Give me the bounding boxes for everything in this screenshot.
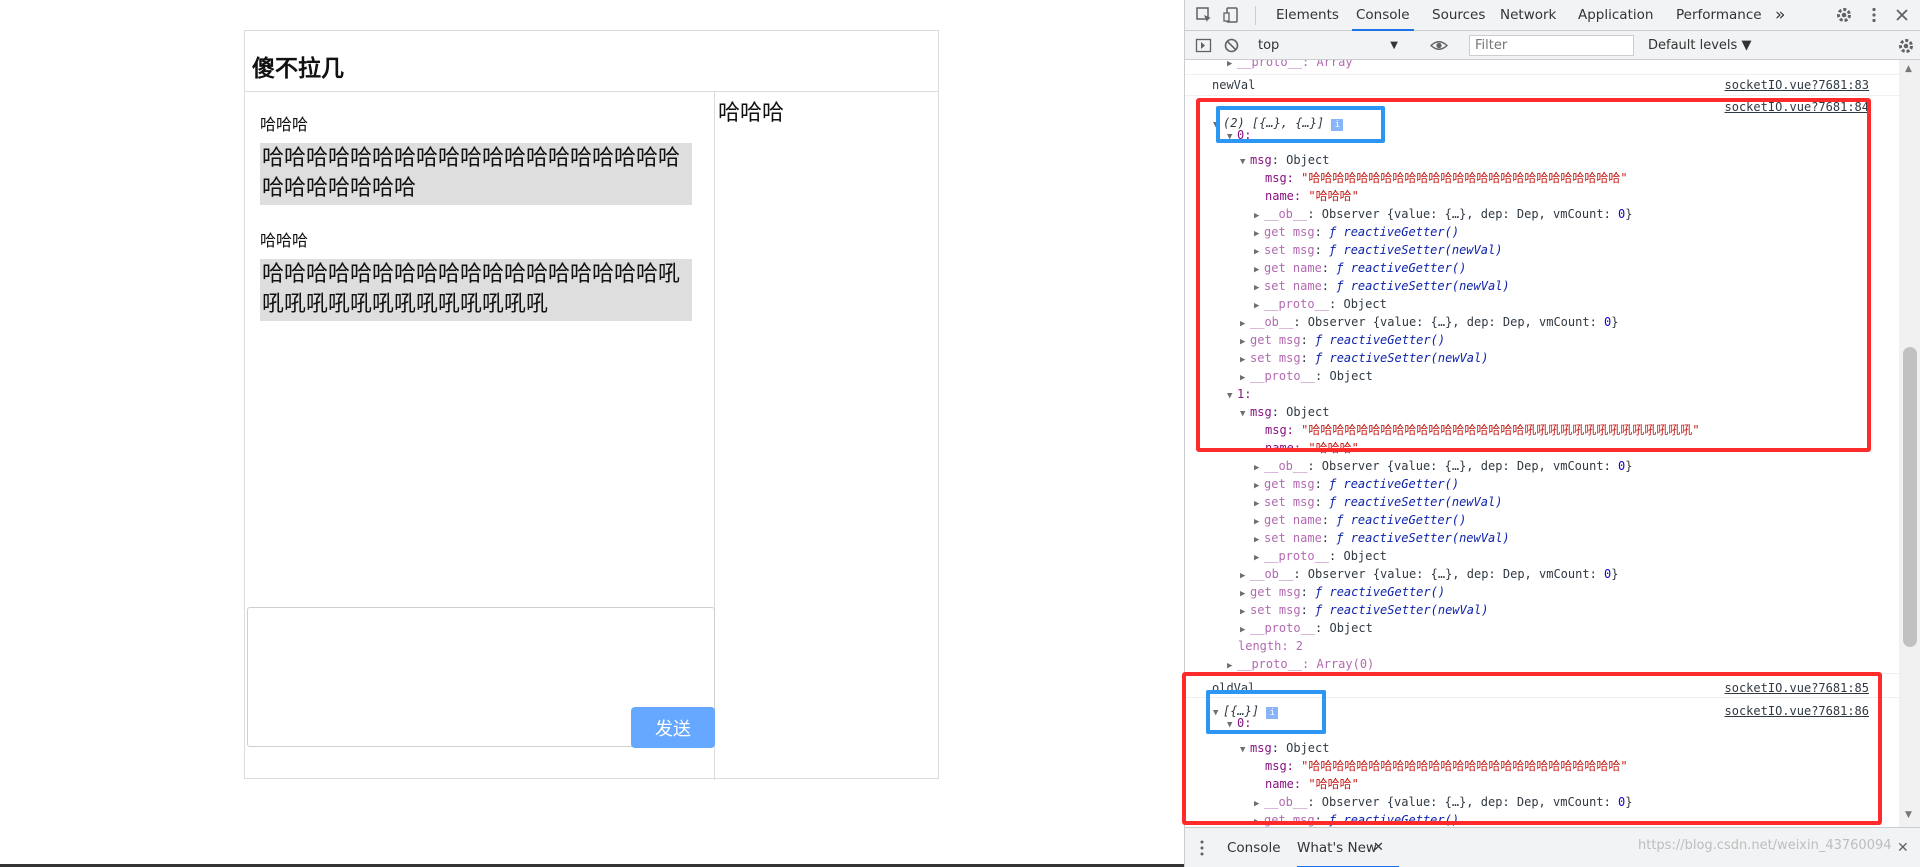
message-item: 哈哈哈 哈哈哈哈哈哈哈哈哈哈哈哈哈哈哈哈哈哈吼吼吼吼吼吼吼吼吼吼吼吼吼吼	[260, 231, 692, 321]
log-line: oldVal	[1212, 681, 1256, 695]
context-selector[interactable]: top ▼	[1258, 36, 1398, 56]
log-line[interactable]: ▶ set name: ƒ reactiveSetter(newVal)	[1254, 277, 1510, 295]
log-line: msg: "哈哈哈哈哈哈哈哈哈哈哈哈哈哈哈哈哈哈哈哈哈哈哈哈哈哈"	[1265, 759, 1628, 773]
tab-network[interactable]: Network	[1496, 0, 1560, 31]
log-line[interactable]: ▶ __proto__: Object	[1254, 295, 1387, 313]
device-toolbar-icon[interactable]	[1223, 6, 1241, 24]
log-line[interactable]: ▶ set msg: ƒ reactiveSetter(newVal)	[1240, 601, 1488, 619]
log-line[interactable]: ▼ 0:	[1227, 126, 1251, 144]
watermark: https://blog.csdn.net/weixin_43760094	[1638, 838, 1892, 853]
inspect-element-icon[interactable]	[1195, 6, 1213, 24]
message-item: 哈哈哈 哈哈哈哈哈哈哈哈哈哈哈哈哈哈哈哈哈哈哈哈哈哈哈哈哈哈	[260, 115, 692, 205]
log-line: msg: "哈哈哈哈哈哈哈哈哈哈哈哈哈哈哈哈哈哈吼吼吼吼吼吼吼吼吼吼吼吼吼吼"	[1265, 423, 1700, 437]
log-divider	[1185, 697, 1899, 698]
log-line: name: "哈哈哈"	[1265, 441, 1359, 455]
log-line[interactable]: ▶ __proto__: Object	[1254, 547, 1387, 565]
log-line[interactable]: ▶ __proto__: Object	[1240, 367, 1373, 385]
source-link[interactable]: socketIO.vue?7681:83	[1725, 76, 1870, 94]
info-icon: i	[1266, 707, 1279, 719]
log-line[interactable]: ▶ set name: ƒ reactiveSetter(newVal)	[1254, 529, 1510, 547]
log-line[interactable]: ▶ __proto__: Array(0)	[1227, 655, 1374, 673]
log-line[interactable]: ▶ get msg: ƒ reactiveGetter()	[1254, 811, 1459, 827]
message-bubble: 哈哈哈哈哈哈哈哈哈哈哈哈哈哈哈哈哈哈哈哈哈哈哈哈哈哈	[260, 143, 692, 205]
scroll-up-icon[interactable]: ▲	[1905, 64, 1912, 74]
side-panel-text: 哈哈哈	[718, 101, 785, 126]
send-button[interactable]: 发送	[631, 707, 715, 748]
log-line[interactable]: ▼ msg: Object	[1240, 739, 1329, 757]
log-levels-dropdown[interactable]: Default levels ▼	[1648, 36, 1751, 56]
log-line: name: "哈哈哈"	[1265, 777, 1359, 791]
log-line[interactable]: ▼ msg: Object	[1240, 151, 1329, 169]
tabbar-separator	[1255, 6, 1256, 25]
log-line[interactable]: ▶ get msg: ƒ reactiveGetter()	[1240, 331, 1445, 349]
devtools-tabbar: Elements Console Sources Network Applica…	[1185, 0, 1920, 31]
log-line[interactable]: ▶ get msg: ƒ reactiveGetter()	[1240, 583, 1445, 601]
drawer-tab-label: What's New	[1297, 840, 1377, 856]
log-line: msg: "哈哈哈哈哈哈哈哈哈哈哈哈哈哈哈哈哈哈哈哈哈哈哈哈哈哈"	[1265, 171, 1628, 185]
log-divider	[1185, 95, 1899, 96]
clear-console-icon[interactable]	[1223, 37, 1240, 58]
close-drawer-icon[interactable]: ✕	[1897, 840, 1909, 856]
tab-performance[interactable]: Performance	[1672, 0, 1766, 31]
source-link[interactable]: socketIO.vue?7681:85	[1725, 679, 1870, 697]
chat-window: 傻不拉几 哈哈哈 哈哈哈哈哈哈哈哈哈哈哈哈哈哈哈哈哈哈哈哈哈哈哈哈哈哈 哈哈哈 …	[244, 30, 939, 780]
log-line[interactable]: ▶ __proto__: Object	[1240, 619, 1373, 637]
log-line[interactable]: ▶ get name: ƒ reactiveGetter()	[1254, 259, 1466, 277]
chat-title: 傻不拉几	[245, 31, 938, 92]
log-line[interactable]: ▶ __ob__: Observer {value: {…}, dep: Dep,…	[1254, 793, 1633, 811]
sidebar-toggle-icon[interactable]	[1195, 37, 1212, 58]
settings-gear-icon[interactable]	[1835, 6, 1853, 24]
context-selector-value: top	[1258, 38, 1280, 53]
log-line[interactable]: ▶ get msg: ƒ reactiveGetter()	[1254, 475, 1459, 493]
info-icon: i	[1331, 119, 1344, 131]
console-settings-icon[interactable]	[1897, 37, 1915, 59]
tab-application[interactable]: Application	[1574, 0, 1657, 31]
scroll-down-icon[interactable]: ▼	[1905, 810, 1912, 820]
dropdown-caret-icon: ▼	[1390, 40, 1398, 51]
log-line[interactable]: ▼ msg: Object	[1240, 403, 1329, 421]
close-tab-icon[interactable]: ✕	[1373, 840, 1384, 855]
log-line[interactable]: ▶ set msg: ƒ reactiveSetter(newVal)	[1240, 349, 1488, 367]
console-filter-input[interactable]	[1469, 35, 1634, 56]
log-line[interactable]: ▶ set msg: ƒ reactiveSetter(newVal)	[1254, 241, 1502, 259]
console-output: ▶ __proto__: Array newVal socketIO.vue?76…	[1185, 60, 1899, 827]
log-line[interactable]: ▶ set msg: ƒ reactiveSetter(newVal)	[1254, 493, 1502, 511]
message-bubble: 哈哈哈哈哈哈哈哈哈哈哈哈哈哈哈哈哈哈吼吼吼吼吼吼吼吼吼吼吼吼吼吼	[260, 259, 692, 321]
log-line: length: 2	[1238, 639, 1304, 653]
drawer-menu-icon[interactable]	[1199, 840, 1205, 860]
message-sender: 哈哈哈	[260, 115, 309, 134]
scroll-thumb[interactable]	[1903, 347, 1917, 647]
log-divider	[1185, 673, 1899, 674]
more-tabs-icon[interactable]: »	[1771, 0, 1789, 31]
log-line[interactable]: ▼ 0:	[1227, 714, 1251, 732]
log-line[interactable]: ▶ __ob__: Observer {value: {…}, dep: Dep,…	[1254, 205, 1633, 223]
log-divider	[1185, 74, 1899, 75]
log-line[interactable]: ▶ __ob__: Observer {value: {…}, dep: Dep,…	[1240, 565, 1619, 583]
log-line: newVal	[1212, 78, 1256, 92]
log-line[interactable]: ▶ __ob__: Observer {value: {…}, dep: Dep,…	[1240, 313, 1619, 331]
console-toolbar: top ▼ Default levels ▼	[1185, 31, 1920, 60]
close-devtools-icon[interactable]	[1893, 6, 1911, 24]
log-line[interactable]: ▶ get msg: ƒ reactiveGetter()	[1254, 223, 1459, 241]
source-link[interactable]: socketIO.vue?7681:86	[1725, 702, 1870, 720]
source-link[interactable]: socketIO.vue?7681:84	[1725, 98, 1870, 116]
log-line[interactable]: ▼ 1:	[1227, 385, 1251, 403]
tab-console[interactable]: Console	[1352, 0, 1414, 31]
kebab-menu-icon[interactable]	[1865, 6, 1883, 24]
side-panel: 哈哈哈	[716, 92, 938, 780]
message-sender: 哈哈哈	[260, 231, 309, 250]
console-scrollbar[interactable]: ▲ ▼	[1899, 60, 1920, 827]
log-line[interactable]: ▶ get name: ƒ reactiveGetter()	[1254, 511, 1466, 529]
log-line: name: "哈哈哈"	[1265, 189, 1359, 203]
eye-icon[interactable]	[1429, 37, 1449, 58]
drawer-tab-console[interactable]: Console	[1227, 828, 1281, 867]
log-line[interactable]: ▶ __proto__: Array	[1227, 60, 1353, 71]
log-line[interactable]: ▶ __ob__: Observer {value: {…}, dep: Dep,…	[1254, 457, 1633, 475]
tab-elements[interactable]: Elements	[1272, 0, 1343, 31]
devtools-panel: Elements Console Sources Network Applica…	[1184, 0, 1920, 867]
tab-sources[interactable]: Sources	[1428, 0, 1489, 31]
